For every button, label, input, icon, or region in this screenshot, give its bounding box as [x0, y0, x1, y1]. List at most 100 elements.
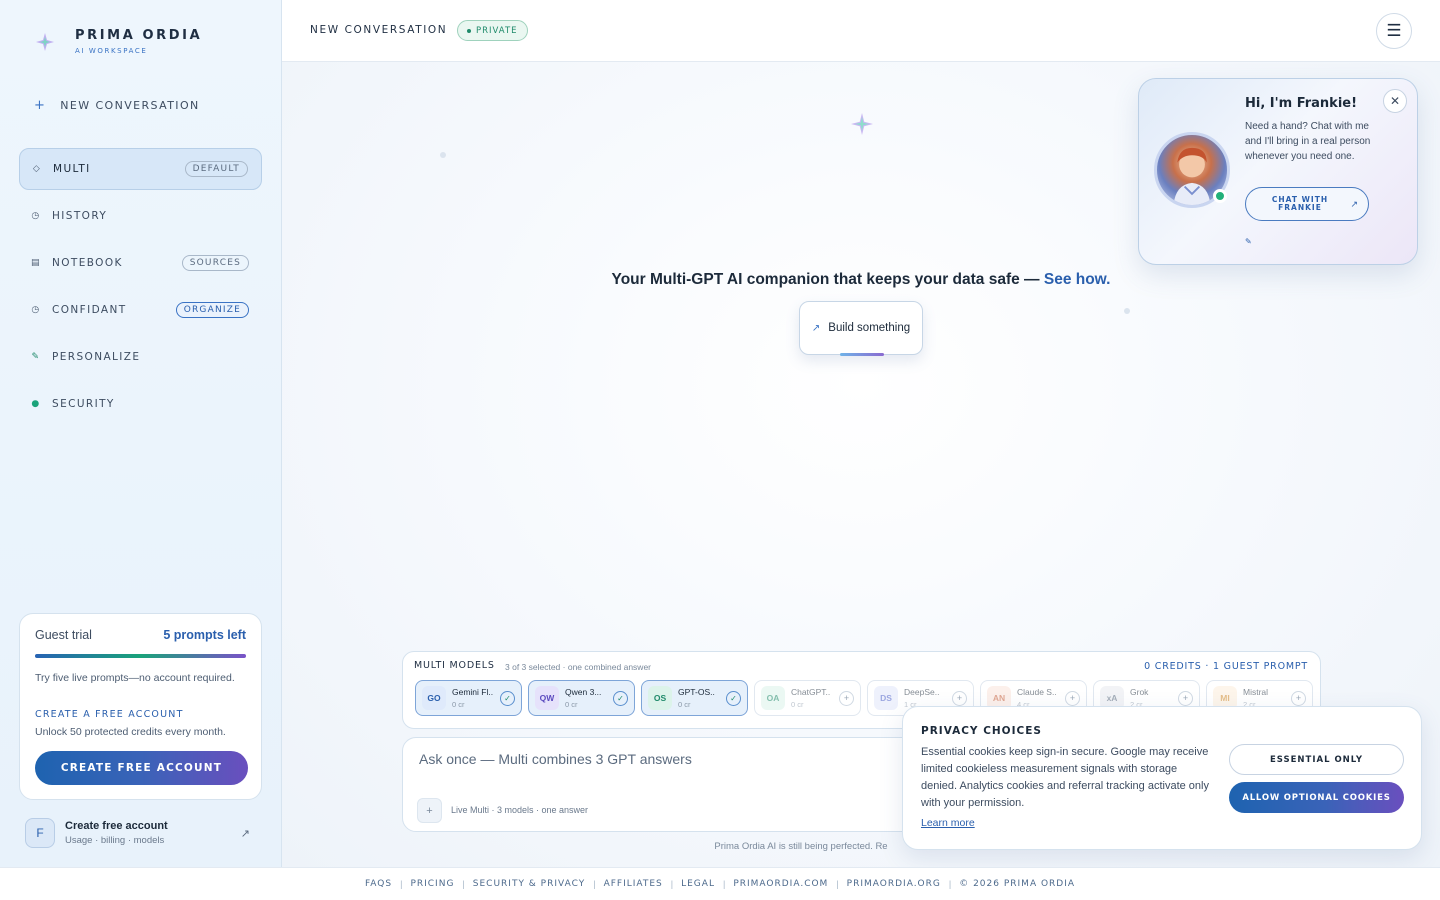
footer-link[interactable]: PRIMAORDIA.COM — [733, 879, 828, 889]
sidebar-item-history[interactable]: ◷ HISTORY — [19, 195, 262, 237]
model-abbr: OA — [761, 686, 785, 710]
footer: FAQS | PRICING | SECURITY & PRIVACY | AFFILIAT… — [0, 867, 1440, 900]
model-credits: 0 cr — [791, 700, 804, 709]
guest-trial-card: Guest trial 5 prompts left Try five live… — [19, 613, 262, 800]
sidebar-item-confidant[interactable]: ◷ CONFIDANT ORGANIZE — [19, 289, 262, 331]
sidebar-item-label: HISTORY — [52, 210, 108, 222]
brand-subtitle: AI WORKSPACE — [75, 47, 148, 55]
footer-link[interactable]: SECURITY & PRIVACY — [473, 879, 585, 889]
composer-status: Live Multi · 3 models · one answer — [451, 805, 589, 815]
private-badge-label: PRIVATE — [476, 25, 518, 36]
footer-separator: | — [462, 879, 465, 889]
models-subtitle: 3 of 3 selected · one combined answer — [505, 662, 652, 672]
check-icon: ✓ — [613, 690, 628, 706]
arrow-up-right-icon: ↗ — [811, 322, 821, 334]
model-credits: 0 cr — [452, 700, 465, 709]
trial-cta-title[interactable]: CREATE A FREE ACCOUNT — [35, 709, 246, 720]
clock-icon: ◷ — [31, 211, 41, 221]
footer-separator: | — [670, 879, 674, 889]
status-dot-icon — [467, 28, 471, 33]
plus-icon: + — [426, 804, 433, 817]
model-abbr: DS — [874, 686, 898, 710]
footer-link[interactable]: AFFILIATES — [604, 879, 663, 889]
model-chip[interactable]: OS GPT-OS.. 0 cr ✓ — [641, 680, 748, 716]
confidant-icon: ◷ — [31, 305, 41, 315]
sidebar-item-personalize[interactable]: ✎ PERSONALIZE — [19, 336, 262, 378]
account-subtitle: Usage · billing · models — [65, 835, 165, 846]
trial-cta-description: Unlock 50 protected credits every month. — [35, 726, 226, 738]
model-name: Grok — [1130, 687, 1149, 697]
plus-icon: + — [952, 690, 967, 706]
build-something-button[interactable]: ↗ Build something — [799, 301, 923, 356]
close-icon: ✕ — [1389, 94, 1401, 108]
hero-tagline: Your Multi-GPT AI companion that keeps y… — [282, 271, 1440, 289]
plus-icon: + — [1178, 690, 1193, 706]
sidebar-item-label: CONFIDANT — [52, 304, 127, 316]
attach-button[interactable]: + — [417, 798, 442, 823]
trial-progress-fill — [35, 654, 246, 658]
shield-dot-icon: ● — [31, 399, 41, 409]
sparkle-icon — [851, 113, 873, 135]
trial-progress-bar — [35, 654, 246, 658]
plus-icon: + — [1065, 690, 1080, 706]
sidebar-item-multi[interactable]: ◇ MULTI DEFAULT — [19, 148, 262, 190]
check-icon: ✓ — [500, 690, 515, 706]
footer-separator: | — [722, 879, 726, 889]
essential-only-button[interactable]: ESSENTIAL ONLY — [1229, 744, 1404, 775]
model-credits: 0 cr — [565, 700, 578, 709]
footer-separator: | — [593, 879, 596, 889]
model-name: Gemini Fl.. — [452, 687, 494, 697]
plus-icon: + — [34, 98, 47, 113]
footer-link[interactable]: LEGAL — [681, 879, 715, 889]
brand[interactable]: PRIMA ORDIA AI WORKSPACE — [34, 28, 202, 55]
brand-name: PRIMA ORDIA — [75, 28, 203, 43]
account-row[interactable]: F Create free account Usage · billing · … — [19, 808, 262, 858]
footer-separator: | — [400, 879, 403, 889]
frankie-assistant-popup: Hi, I'm Frankie! Need a hand? Chat with … — [1138, 78, 1418, 265]
sidebar-item-notebook[interactable]: ▤ NOTEBOOK SOURCES — [19, 242, 262, 284]
model-chip[interactable]: GO Gemini Fl.. 0 cr ✓ — [415, 680, 522, 716]
model-abbr: GO — [422, 686, 446, 710]
trial-description: Try five live prompts—no account require… — [35, 672, 235, 684]
privacy-choices-dialog: PRIVACY CHOICES Essential cookies keep s… — [902, 706, 1422, 850]
model-chip[interactable]: OA ChatGPT.. 0 cr + — [754, 680, 861, 716]
sidebar-item-security[interactable]: ● SECURITY — [19, 383, 262, 425]
decor-dot — [440, 152, 446, 158]
see-how-link[interactable]: See how. — [1044, 271, 1111, 288]
sidebar: PRIMA ORDIA AI WORKSPACE + NEW CONVERSAT… — [0, 0, 282, 867]
sidebar-item-label: MULTI — [53, 163, 91, 175]
new-conversation-button[interactable]: + NEW CONVERSATION — [34, 98, 200, 113]
allow-optional-cookies-button[interactable]: ALLOW OPTIONAL COOKIES — [1229, 782, 1404, 813]
sidebar-item-label: NOTEBOOK — [52, 257, 123, 269]
footer-link[interactable]: PRICING — [410, 879, 454, 889]
page-title: NEW CONVERSATION — [310, 24, 448, 36]
notebook-icon: ▤ — [31, 258, 41, 268]
model-name: Mistral — [1243, 687, 1269, 697]
model-name: ChatGPT.. — [791, 687, 831, 697]
models-title: MULTI MODELS — [414, 660, 495, 671]
online-indicator — [1213, 189, 1227, 203]
create-free-account-button[interactable]: CREATE FREE ACCOUNT — [35, 751, 248, 785]
account-name: Create free account — [65, 820, 168, 832]
footer-separator: | — [948, 879, 952, 889]
model-credits: 0 cr — [678, 700, 691, 709]
top-header: NEW CONVERSATION PRIVATE ☰ — [282, 0, 1440, 62]
footer-link[interactable]: PRIMAORDIA.ORG — [847, 879, 941, 889]
sidebar-item-label: SECURITY — [52, 398, 115, 410]
close-button[interactable]: ✕ — [1383, 89, 1407, 113]
model-name: GPT-OS.. — [678, 687, 715, 697]
chat-with-frankie-button[interactable]: CHAT WITH FRANKIE ↗ — [1245, 187, 1369, 221]
learn-more-link[interactable]: Learn more — [921, 817, 975, 829]
chat-with-frankie-label: CHAT WITH FRANKIE — [1271, 195, 1329, 212]
sidebar-item-label: PERSONALIZE — [52, 351, 141, 363]
footer-separator: | — [836, 879, 839, 889]
sidebar-item-badge: DEFAULT — [184, 161, 248, 177]
plus-icon: + — [839, 690, 854, 706]
sidebar-nav: ◇ MULTI DEFAULT ◷ HISTORY ▤ NOTEBOOK SOU… — [19, 148, 262, 430]
hamburger-icon: ☰ — [1386, 21, 1402, 40]
privacy-title: PRIVACY CHOICES — [921, 725, 1042, 737]
model-chip[interactable]: QW Qwen 3... 0 cr ✓ — [528, 680, 635, 716]
footer-link: © 2026 PRIMA ORDIA — [959, 879, 1076, 889]
menu-button[interactable]: ☰ — [1376, 13, 1412, 49]
footer-link[interactable]: FAQS — [365, 879, 392, 889]
